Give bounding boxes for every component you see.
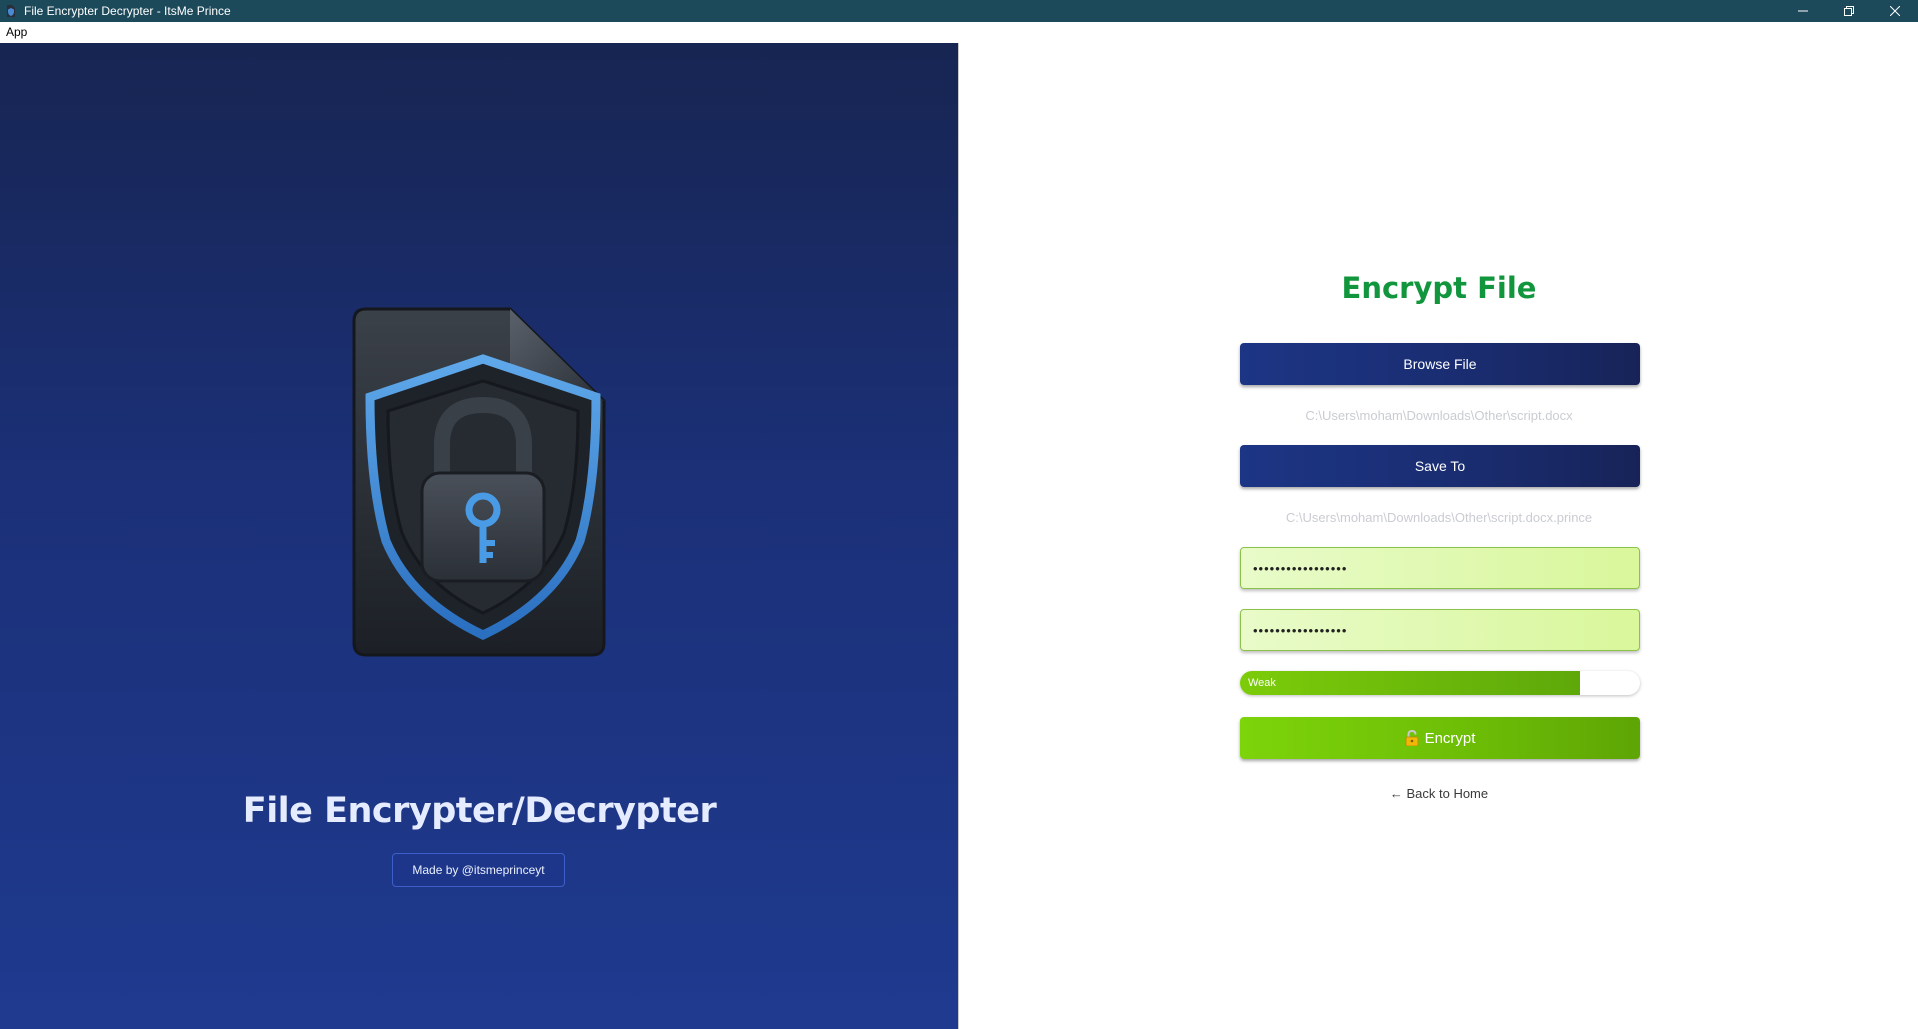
encrypt-form-panel: Encrypt File Browse File C:\Users\moham\… (960, 43, 1918, 1029)
password-strength-bar: Weak (1240, 671, 1640, 695)
window-title: File Encrypter Decrypter - ItsMe Prince (24, 4, 231, 18)
strength-fill: Weak (1240, 671, 1580, 695)
window-controls (1780, 0, 1918, 22)
source-path-label: C:\Users\moham\Downloads\Other\script.do… (1305, 408, 1573, 423)
minimize-icon[interactable] (1780, 0, 1826, 22)
encrypt-button-label: Encrypt (1424, 729, 1476, 747)
encrypt-button[interactable]: Encrypt (1240, 717, 1640, 759)
app-icon (4, 4, 18, 18)
browse-file-button[interactable]: Browse File (1240, 343, 1640, 385)
strength-label: Weak (1248, 677, 1276, 689)
back-to-home-link[interactable]: ← Back to Home (960, 786, 1918, 801)
password-field[interactable]: ••••••••••••••••• (1240, 547, 1640, 589)
restore-icon[interactable] (1826, 0, 1872, 22)
close-icon[interactable] (1872, 0, 1918, 22)
destination-path-label: C:\Users\moham\Downloads\Other\script.do… (1285, 510, 1593, 525)
title-bar: File Encrypter Decrypter - ItsMe Prince (0, 0, 1918, 22)
shield-lock-file-icon (350, 305, 606, 657)
hero-title: File Encrypter/Decrypter (242, 791, 717, 831)
hero-panel: File Encrypter/Decrypter Made by @itsmep… (0, 43, 959, 1029)
lock-icon (1405, 730, 1419, 746)
credit-badge[interactable]: Made by @itsmeprinceyt (392, 853, 565, 887)
menu-bar: App (0, 22, 1918, 43)
confirm-password-field[interactable]: ••••••••••••••••• (1240, 609, 1640, 651)
page-title: Encrypt File (1341, 271, 1537, 305)
save-to-button[interactable]: Save To (1240, 445, 1640, 487)
menu-app[interactable]: App (0, 22, 33, 43)
